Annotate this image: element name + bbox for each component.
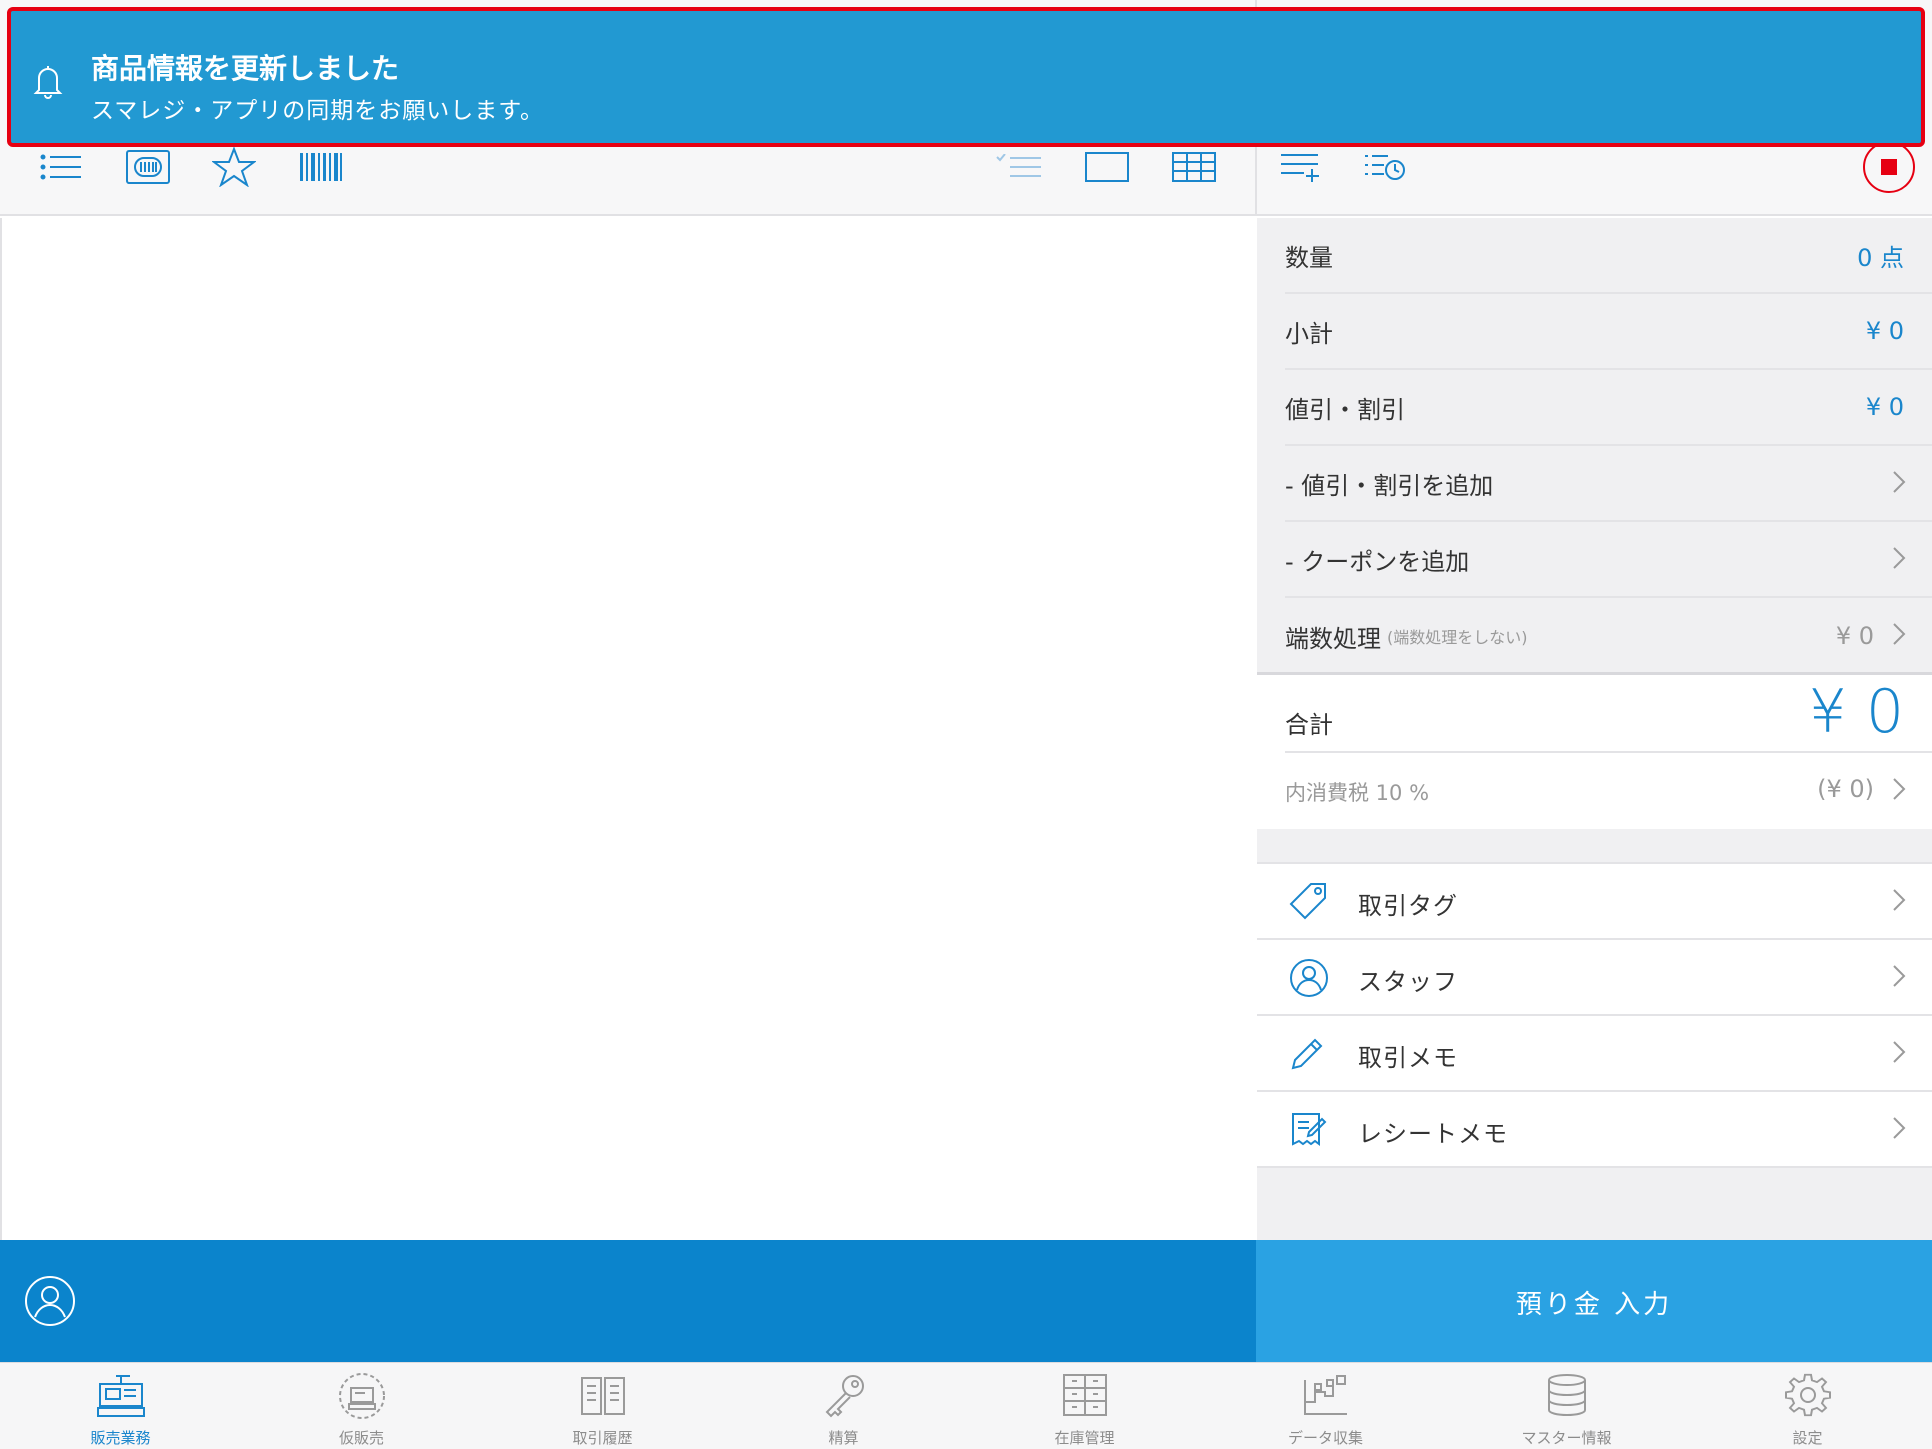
- tab-label: 在庫管理: [1054, 1429, 1115, 1447]
- database-icon: [1542, 1372, 1592, 1422]
- add-discount-label: - 値引・割引を追加: [1285, 471, 1494, 500]
- option-label: 取引メモ: [1358, 1044, 1458, 1072]
- quantity-label: 数量: [1285, 243, 1333, 272]
- chevron-right-icon: [1892, 546, 1906, 574]
- quantity-row: 数量 0 点: [1285, 218, 1932, 294]
- total-label: 合計: [1285, 711, 1333, 739]
- tab-label: 仮販売: [338, 1429, 384, 1447]
- checklist-icon[interactable]: [995, 145, 1043, 189]
- tab-temp-sale[interactable]: 仮販売: [241, 1363, 482, 1449]
- barcode-scan-icon[interactable]: [125, 145, 171, 189]
- tab-data-collection[interactable]: データ収集: [1205, 1363, 1446, 1449]
- banner-title: 商品情報を更新しました: [91, 52, 400, 85]
- add-coupon-row[interactable]: - クーポンを追加: [1285, 522, 1932, 598]
- list-icon[interactable]: [38, 145, 84, 189]
- tab-label: 設定: [1792, 1429, 1823, 1447]
- stop-record-icon[interactable]: [1862, 140, 1916, 194]
- tab-label: 精算: [828, 1429, 859, 1447]
- product-area: [0, 218, 1255, 1240]
- single-view-icon[interactable]: [1083, 145, 1131, 189]
- chevron-right-icon: [1892, 1040, 1906, 1068]
- barcode-icon[interactable]: [298, 145, 344, 189]
- gear-icon: [1783, 1372, 1833, 1422]
- chevron-right-icon: [1892, 622, 1906, 650]
- tax-label: 内消費税 10 %: [1285, 781, 1430, 805]
- option-receipt-memo[interactable]: レシートメモ: [1257, 1092, 1932, 1168]
- tab-settlement[interactable]: 精算: [723, 1363, 964, 1449]
- temp-sale-icon: [337, 1372, 387, 1424]
- tab-settings[interactable]: 設定: [1687, 1363, 1928, 1449]
- chevron-right-icon: [1892, 470, 1906, 498]
- add-discount-row[interactable]: - 値引・割引を追加: [1285, 446, 1932, 522]
- discount-label: 値引・割引: [1285, 395, 1405, 424]
- notification-banner[interactable]: 商品情報を更新しました スマレジ・アプリの同期をお願いします。: [7, 7, 1925, 147]
- chevron-right-icon: [1892, 1116, 1906, 1144]
- tab-label: データ収集: [1287, 1429, 1363, 1447]
- option-label: レシートメモ: [1358, 1120, 1508, 1148]
- tag-icon: [1289, 882, 1327, 924]
- customer-icon[interactable]: [24, 1275, 76, 1331]
- subtotal-value: ¥ 0: [1865, 317, 1904, 345]
- total-row: 合計 ¥ 0: [1285, 675, 1932, 753]
- tab-label: 取引履歴: [572, 1429, 633, 1447]
- option-label: スタッフ: [1358, 968, 1458, 996]
- tab-label: マスター情報: [1521, 1429, 1612, 1447]
- banner-message: スマレジ・アプリの同期をお願いします。: [91, 98, 545, 124]
- pos-screen: 商品情報を更新しました スマレジ・アプリの同期をお願いします。 数量 0 点 小…: [0, 0, 1932, 1449]
- chevron-right-icon: [1892, 888, 1906, 916]
- chevron-right-icon: [1892, 964, 1906, 992]
- register-icon: [96, 1372, 146, 1422]
- total-value: ¥ 0: [1808, 677, 1904, 747]
- grid-view-icon[interactable]: [1170, 145, 1218, 189]
- option-transaction-memo[interactable]: 取引メモ: [1257, 1016, 1932, 1092]
- tax-value: (¥ 0): [1817, 775, 1874, 803]
- option-transaction-tag[interactable]: 取引タグ: [1257, 864, 1932, 940]
- history-list-icon[interactable]: [1363, 145, 1407, 189]
- data-collection-icon: [1301, 1372, 1351, 1422]
- history-book-icon: [578, 1372, 628, 1422]
- tax-row[interactable]: 内消費税 10 % (¥ 0): [1285, 753, 1932, 829]
- deposit-input-label: 預り金 入力: [1515, 1290, 1673, 1320]
- option-label: 取引タグ: [1358, 892, 1458, 920]
- rounding-label: 端数処理: [1285, 624, 1381, 653]
- rounding-row[interactable]: 端数処理 (端数処理をしない) ¥ 0: [1285, 598, 1932, 674]
- discount-row: 値引・割引 ¥ 0: [1285, 370, 1932, 446]
- transaction-options: 取引タグ スタッフ 取引メモ レシートメモ: [1257, 862, 1932, 1168]
- rounding-value: ¥ 0: [1835, 622, 1874, 650]
- cart-panel: 数量 0 点 小計 ¥ 0 値引・割引 ¥ 0 - 値引・割引を追加 - クーポ…: [1257, 218, 1932, 1240]
- tab-inventory[interactable]: 在庫管理: [964, 1363, 1205, 1449]
- tab-bar: 販売業務 仮販売 取引履歴 精算 在庫管理 データ収集 マスター情報 設定: [0, 1362, 1932, 1449]
- receipt-memo-icon: [1289, 1110, 1327, 1152]
- tab-sales[interactable]: 販売業務: [0, 1363, 241, 1449]
- customer-bar: [0, 1240, 1256, 1362]
- add-list-icon[interactable]: [1278, 145, 1322, 189]
- key-icon: [819, 1372, 869, 1422]
- inventory-icon: [1060, 1372, 1110, 1422]
- bell-icon: [33, 63, 63, 103]
- subtotal-row: 小計 ¥ 0: [1285, 294, 1932, 370]
- deposit-input-button[interactable]: 預り金 入力: [1256, 1240, 1932, 1362]
- tab-history[interactable]: 取引履歴: [482, 1363, 723, 1449]
- tab-label: 販売業務: [90, 1429, 151, 1447]
- pencil-icon: [1289, 1034, 1327, 1076]
- chevron-right-icon: [1892, 777, 1906, 805]
- rounding-sub-label: (端数処理をしない): [1387, 628, 1528, 647]
- option-staff[interactable]: スタッフ: [1257, 940, 1932, 1016]
- staff-icon: [1289, 958, 1329, 1002]
- add-coupon-label: - クーポンを追加: [1285, 547, 1470, 576]
- tab-master-info[interactable]: マスター情報: [1446, 1363, 1687, 1449]
- subtotal-label: 小計: [1285, 319, 1333, 348]
- star-icon[interactable]: [211, 145, 257, 189]
- quantity-value: 0 点: [1857, 243, 1904, 272]
- discount-value: ¥ 0: [1865, 393, 1904, 421]
